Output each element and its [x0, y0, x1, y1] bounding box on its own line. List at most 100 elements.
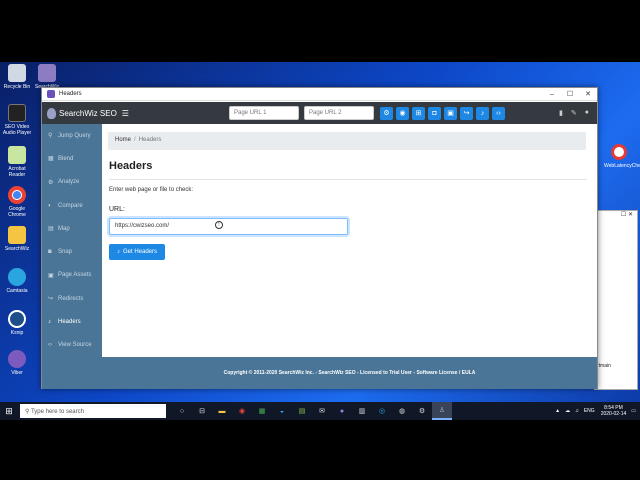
cloud-icon[interactable]: ☁ — [565, 408, 570, 414]
sidebar-item-label: Snap — [58, 249, 73, 256]
sidebar-item-snap[interactable]: ◙ Snap — [42, 240, 102, 263]
close-button[interactable]: ✕ — [579, 90, 597, 98]
get-headers-button[interactable]: ♪ Get Headers — [109, 244, 165, 260]
brand[interactable]: SearchWiz SEO ☰ — [42, 107, 182, 119]
camtasia-taskbar-icon[interactable]: ◎ — [372, 402, 392, 420]
settings-icon[interactable]: ⚙ — [412, 402, 432, 420]
desktop-icon-camtasia[interactable]: Camtasia — [0, 268, 34, 294]
text-cursor-icon: ! — [215, 221, 223, 229]
edge-icon[interactable]: ◒ — [272, 402, 292, 420]
desktop-icon-label: Viber — [11, 370, 23, 376]
breadcrumb-separator: / — [134, 137, 136, 143]
mail-icon[interactable]: ✉ — [312, 402, 332, 420]
volume-icon[interactable]: ♫ — [575, 408, 579, 414]
notepad-icon[interactable]: ▤ — [292, 402, 312, 420]
background-window[interactable]: ☐ ✕ rtmain — [594, 210, 638, 390]
desktop-icon-seo-player[interactable]: SEO Video Audio Player — [0, 104, 34, 136]
breadcrumb-home-link[interactable]: Home — [115, 137, 131, 143]
player-icon — [8, 104, 26, 122]
sitemap-tool-button[interactable]: ⊞ — [412, 106, 425, 120]
page-url-2-input[interactable]: Page URL 2 — [304, 106, 374, 120]
sidebar-item-headers[interactable]: ♪ Headers — [42, 310, 102, 333]
viber-icon — [8, 350, 26, 368]
window-title: Headers — [59, 91, 82, 97]
windows-icon[interactable]: ⊟ — [192, 402, 212, 420]
sidebar-item-jump-query[interactable]: ⚲ Jump Query — [42, 124, 102, 147]
sidebar-item-label: Blend — [58, 155, 74, 162]
desktop-icon-viber[interactable]: Viber — [0, 350, 34, 376]
background-window-controls[interactable]: ☐ ✕ — [595, 211, 637, 225]
cogs-tool-button[interactable]: ⚙ — [380, 106, 393, 120]
sidebar-item-view-source[interactable]: ‹› View Source — [42, 334, 102, 357]
notification-icon[interactable]: ▭ — [631, 408, 636, 414]
desktop-icon-recycle-bin[interactable]: Recycle Bin — [0, 64, 34, 90]
camera-tool-button[interactable]: ◘ — [428, 106, 441, 120]
clock[interactable]: 8:54 PM 2020-02-14 — [601, 405, 627, 417]
language-indicator[interactable]: ENG — [584, 408, 595, 414]
minimize-button[interactable]: – — [543, 91, 561, 98]
redirect-tool-button[interactable]: ↪ — [460, 106, 473, 120]
viber-taskbar-icon[interactable]: ● — [332, 402, 352, 420]
searchwiz-taskbar-icon[interactable]: ♙ — [432, 402, 452, 420]
assets-tool-button[interactable]: ▣ — [444, 106, 457, 120]
sidebar-item-analyze[interactable]: ⚙ Analyze — [42, 171, 102, 194]
sidebar-item-label: Map — [58, 225, 70, 232]
hamburger-menu-icon[interactable]: ☰ — [122, 109, 129, 118]
notes-icon[interactable]: ▥ — [352, 402, 372, 420]
taskbar-search[interactable]: ⚲ Type here to search — [20, 404, 166, 418]
desktop-icon-searchwiz-2[interactable]: SearchWiz — [0, 226, 34, 252]
link-icon: ⚲ — [48, 133, 53, 140]
clock-date: 2020-02-14 — [600, 411, 627, 417]
brand-name: SearchWiz SEO — [59, 108, 117, 118]
background-window-text: rtmain — [597, 363, 611, 369]
sidebar-item-label: Compare — [58, 202, 83, 209]
app-icon — [47, 90, 55, 98]
sidebar-item-map[interactable]: ▤ Map — [42, 217, 102, 240]
url-input[interactable]: https://cwizseo.com/ — [109, 218, 348, 235]
user-icon[interactable]: ● — [585, 109, 589, 117]
page-url-1-input[interactable]: Page URL 1 — [229, 106, 299, 120]
network-icon[interactable]: ▲ — [555, 408, 560, 414]
maximize-button[interactable]: ☐ — [561, 90, 579, 98]
bell-icon: ♪ — [116, 249, 120, 255]
sidebar-item-page-assets[interactable]: ▣ Page Assets — [42, 264, 102, 287]
main-content: Home / Headers Headers Enter web page or f… — [102, 124, 597, 389]
sidebar-item-label: Analyze — [58, 179, 80, 186]
edit-icon[interactable]: ✎ — [571, 109, 577, 117]
taskbar-apps: ○ ⊟ ▬ ◉ ▦ ◒ ▤ ✉ ● ▥ ◎ ◍ ⚙ ♙ — [172, 402, 452, 420]
desktop-icon-ksnip[interactable]: Ksnip — [0, 310, 34, 336]
cogs-icon: ⚙ — [48, 179, 54, 186]
windows-start-icon[interactable]: ⊞ — [0, 402, 18, 420]
desktop-icon-label: Camtasia — [6, 288, 28, 294]
bookmark-icon[interactable]: ▮ — [559, 109, 563, 117]
page-title: Headers — [109, 160, 153, 172]
code-tool-button[interactable]: ‹› — [492, 106, 505, 120]
app-window: Headers – ☐ ✕ SearchWiz SEO ☰ Page URL 1… — [41, 87, 598, 389]
chrome-taskbar-icon[interactable]: ◉ — [232, 402, 252, 420]
desktop-icon-weblatency[interactable]: WebLatencyCheck — [604, 144, 640, 169]
desktop-icon-chrome[interactable]: Google Chrome — [0, 186, 34, 218]
ksnip-icon — [8, 310, 26, 328]
file-explorer-icon[interactable]: ▬ — [212, 402, 232, 420]
acrobat-icon — [8, 146, 26, 164]
sidebar-item-redirects[interactable]: ↪ Redirects — [42, 287, 102, 310]
wizard-logo-icon — [47, 107, 56, 119]
camtasia-icon — [8, 268, 26, 286]
sidebar-item-label: Jump Query — [58, 132, 91, 139]
redirect-icon: ↪ — [48, 296, 54, 303]
breadcrumb: Home / Headers — [108, 132, 586, 150]
sidebar: ⚲ Jump Query ▦ Blend ⚙ Analyze ◐ Compare ▤ Ma… — [42, 124, 102, 389]
sidebar-item-label: Headers — [58, 319, 81, 326]
task-view-icon[interactable]: ○ — [172, 402, 192, 420]
blend-tool-button[interactable]: ◉ — [396, 106, 409, 120]
sidebar-item-label: Page Assets — [58, 272, 92, 279]
sidebar-item-compare[interactable]: ◐ Compare — [42, 194, 102, 217]
navbar-right-icons: ▮ ✎ ● — [551, 109, 589, 117]
xbox-icon[interactable]: ◍ — [392, 402, 412, 420]
app-green-icon[interactable]: ▦ — [252, 402, 272, 420]
desktop-icon-acrobat[interactable]: Acrobat Reader — [0, 146, 34, 178]
bell-tool-button[interactable]: ♪ — [476, 106, 489, 120]
title-bar[interactable]: Headers – ☐ ✕ — [42, 88, 597, 101]
sidebar-item-blend[interactable]: ▦ Blend — [42, 147, 102, 170]
sidebar-item-label: View Source — [58, 342, 92, 349]
